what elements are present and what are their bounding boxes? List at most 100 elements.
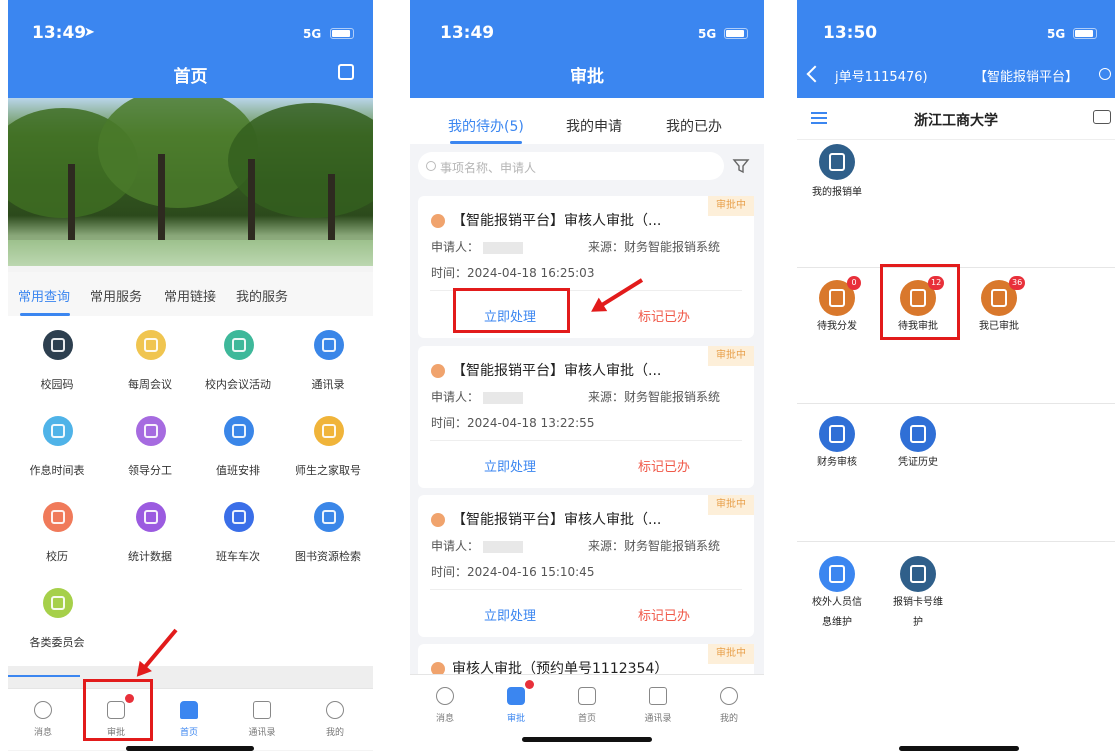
external-person-icon[interactable] xyxy=(819,556,855,592)
search-input[interactable]: 事项名称、申请人 xyxy=(418,152,724,180)
grid-item[interactable]: 通讯录 xyxy=(283,316,373,396)
status-bar: 13:49 5G xyxy=(410,0,764,48)
mark-done-button[interactable]: 标记已办 xyxy=(638,306,690,325)
bottom-tab-approval[interactable]: 审批 xyxy=(481,675,551,737)
source-text: 来源：财务智能报销系统 xyxy=(588,539,721,553)
approval-card[interactable]: 审批中 【智能报销平台】审核人审批（... 申请人： 来源：财务智能报销系统 时间：20… xyxy=(418,346,754,488)
tab-common-query[interactable]: 常用查询 xyxy=(18,286,70,305)
item-approved[interactable]: 我已审批 xyxy=(959,318,1039,336)
tab-my-done[interactable]: 我的已办 xyxy=(666,116,722,136)
grid-item[interactable]: 值班安排 xyxy=(193,402,283,482)
bottom-tab-me[interactable]: 我的 xyxy=(300,689,370,751)
source-text: 来源：财务智能报销系统 xyxy=(588,240,721,254)
tab-common-services[interactable]: 常用服务 xyxy=(90,286,142,305)
applicant-label: 申请人： xyxy=(431,539,480,553)
bottom-tab-messages[interactable]: 消息 xyxy=(8,689,78,751)
tab-my-todo[interactable]: 我的待办(5) xyxy=(448,116,524,136)
network-indicator: 5G xyxy=(698,27,717,41)
reimburse-form-icon[interactable] xyxy=(819,144,855,180)
item-external-info-line2[interactable]: 息维护 xyxy=(797,614,877,632)
service-grid: 校园码 每周会议 校内会议活动 通讯录作息时间表 领导分工 值班安排 师生之家取号校历 统计数… xyxy=(8,316,373,666)
section-approval: 0 待我分发 12 待我审批 36 我已审批 xyxy=(797,264,1115,404)
card-title: 【智能报销平台】审核人审批（... xyxy=(452,363,662,379)
home-icon xyxy=(578,687,596,705)
app-icon xyxy=(224,416,254,446)
grid-item-label: 统计数据 xyxy=(128,550,172,563)
finance-review-icon[interactable] xyxy=(819,416,855,452)
bottom-tab-messages[interactable]: 消息 xyxy=(410,675,480,737)
applicant-label: 申请人： xyxy=(431,240,480,254)
header: 审批 xyxy=(410,48,764,98)
item-voucher-history[interactable]: 凭证历史 xyxy=(878,454,958,472)
bottom-tab-home[interactable]: 首页 xyxy=(552,675,622,737)
card-title: 【智能报销平台】审核人审批（... xyxy=(452,213,662,229)
grid-item[interactable]: 校历 xyxy=(12,488,102,568)
back-icon[interactable] xyxy=(806,65,824,83)
camera-icon[interactable] xyxy=(1093,110,1111,124)
highlight-box xyxy=(880,264,960,340)
person-icon xyxy=(720,687,738,705)
grid-item[interactable]: 领导分工 xyxy=(105,402,195,482)
grid-item[interactable]: 班车车次 xyxy=(193,488,283,568)
grid-item-label: 校历 xyxy=(46,550,68,563)
time-text: 时间：2024-04-18 13:22:55 xyxy=(431,416,595,430)
grid-item-label: 校内会议活动 xyxy=(205,378,271,391)
grid-item[interactable]: 作息时间表 xyxy=(12,402,102,482)
nav-bar: j单号1115476) 【智能报销平台】 xyxy=(797,48,1115,98)
grid-item-label: 通讯录 xyxy=(311,378,345,391)
status-bar: 13:50 5G xyxy=(797,0,1115,48)
avatar xyxy=(431,513,445,527)
item-card-maint-line2[interactable]: 护 xyxy=(878,614,958,632)
grid-item[interactable]: 图书资源检索 xyxy=(283,488,373,568)
redacted-name xyxy=(483,540,524,553)
bottom-tab-me[interactable]: 我的 xyxy=(694,675,764,737)
count-badge: 0 xyxy=(847,276,861,290)
grid-item[interactable]: 校园码 xyxy=(12,316,102,396)
sub-header: 浙江工商大学 xyxy=(797,98,1115,140)
approval-card[interactable]: 审批中 【智能报销平台】审核人审批（... 申请人： 来源：财务智能报销系统 时间：20… xyxy=(418,495,754,637)
bottom-tab-contacts[interactable]: 通讯录 xyxy=(227,689,297,751)
approval-stamp-icon xyxy=(507,687,525,705)
university-title: 浙江工商大学 xyxy=(914,113,998,129)
grid-item[interactable]: 每周会议 xyxy=(105,316,195,396)
process-now-button[interactable]: 立即处理 xyxy=(484,605,536,624)
grid-item-label: 图书资源检索 xyxy=(295,550,361,563)
close-icon[interactable] xyxy=(1099,68,1111,80)
redacted-name xyxy=(483,241,524,254)
item-external-info-line1[interactable]: 校外人员信 xyxy=(797,594,877,612)
item-pending-dispatch[interactable]: 待我分发 xyxy=(797,318,877,336)
source-text: 来源：财务智能报销系统 xyxy=(588,390,721,404)
tab-common-links[interactable]: 常用链接 xyxy=(164,286,216,305)
card-maintenance-icon[interactable] xyxy=(900,556,936,592)
card-title: 【智能报销平台】审核人审批（... xyxy=(452,512,662,528)
app-icon xyxy=(43,416,73,446)
grid-item-label: 作息时间表 xyxy=(29,464,85,477)
item-finance-review[interactable]: 财务审核 xyxy=(797,454,877,472)
header: 首页 xyxy=(8,48,373,98)
tab-my-services[interactable]: 我的服务 xyxy=(236,286,288,305)
status-badge: 审批中 xyxy=(708,495,754,515)
app-icon xyxy=(43,502,73,532)
campus-banner-image xyxy=(8,98,373,266)
process-now-button[interactable]: 立即处理 xyxy=(484,456,536,475)
app-icon xyxy=(136,416,166,446)
page-title: 审批 xyxy=(570,67,604,87)
mark-done-button[interactable]: 标记已办 xyxy=(638,456,690,475)
grid-item-label: 师生之家取号 xyxy=(295,464,361,477)
grid-item[interactable]: 统计数据 xyxy=(105,488,195,568)
grid-item[interactable]: 各类委员会 xyxy=(12,574,102,654)
status-time: 13:49 xyxy=(440,23,495,43)
applicant-row: 申请人： xyxy=(431,238,524,255)
home-indicator xyxy=(126,746,254,751)
bottom-tab-contacts[interactable]: 通讯录 xyxy=(623,675,693,737)
scan-icon[interactable] xyxy=(338,64,354,80)
grid-item[interactable]: 校内会议活动 xyxy=(193,316,283,396)
mark-done-button[interactable]: 标记已办 xyxy=(638,605,690,624)
grid-item[interactable]: 师生之家取号 xyxy=(283,402,373,482)
bottom-tab-home[interactable]: 首页 xyxy=(154,689,224,751)
filter-icon[interactable] xyxy=(732,157,750,175)
item-card-maint-line1[interactable]: 报销卡号维 xyxy=(878,594,958,612)
printer-icon[interactable] xyxy=(900,416,936,452)
item-my-reimburse[interactable]: 我的报销单 xyxy=(797,184,877,202)
tab-my-applications[interactable]: 我的申请 xyxy=(566,116,622,136)
